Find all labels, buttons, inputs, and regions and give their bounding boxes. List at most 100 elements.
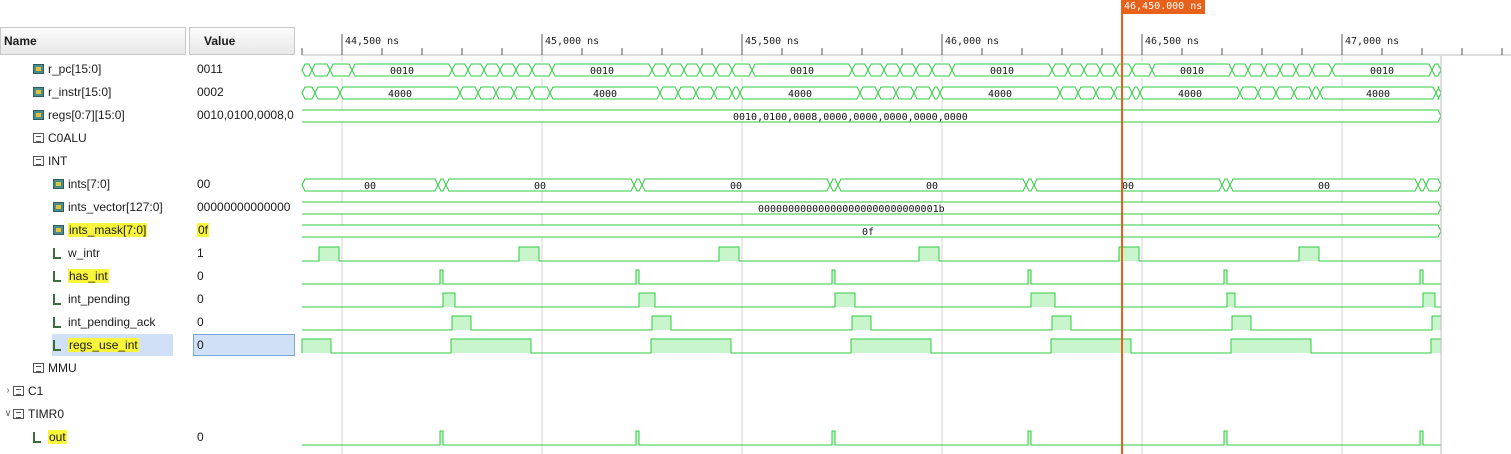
bus-value-segment [1247, 63, 1265, 77]
bus-value-segment [1067, 63, 1085, 77]
bus-value-segment [1059, 86, 1079, 100]
bit-waveform [302, 315, 1442, 331]
bit-high-fill [652, 316, 671, 330]
waveform-view[interactable]: 44,500 ns 45,000 ns 45,500 ns 46,000 ns 46,5… [0, 0, 1511, 454]
bus-value-segment [1051, 63, 1069, 77]
bus-value-segment [531, 86, 551, 100]
time-marker-label[interactable]: 46,450.000 ns [1121, 0, 1206, 14]
bus-value-segment [1311, 86, 1321, 100]
bus-value-label: 4000 [988, 89, 1012, 100]
ruler-tick-label: 44,500 ns [345, 36, 399, 47]
bus-value-segment [1131, 86, 1141, 100]
bus-value-segment [829, 178, 839, 192]
bit-high-fill [719, 247, 739, 261]
bus-value-segment [495, 86, 515, 100]
bus-value-segment [899, 63, 917, 77]
bit-high-fill [1227, 293, 1235, 307]
bus-value-segment [877, 86, 897, 100]
bit-high-fill [651, 339, 731, 353]
bus-value-segment [1131, 63, 1153, 77]
bit-high-fill [1299, 247, 1319, 261]
bus-value-segment [1425, 178, 1442, 192]
bit-waveform [302, 269, 1441, 285]
bit-waveform [302, 246, 1441, 262]
bus-value-segment [731, 63, 753, 77]
bit-high-fill [451, 339, 531, 353]
bus-value-segment [1025, 178, 1035, 192]
bus-value-label: 0f [862, 227, 874, 238]
bus-value-segment [867, 63, 885, 77]
bus-value-segment [311, 63, 331, 77]
bus-value-segment [913, 86, 933, 100]
bit-high-fill [452, 316, 471, 330]
bus-value-label: 4000 [388, 89, 412, 100]
bus-value-label: 0010 [590, 66, 614, 77]
bus-value-segment [931, 63, 953, 77]
bus-value-segment [1295, 63, 1313, 77]
bus-value-segment [437, 178, 447, 192]
bus-value-label: 000000000000000000000000000001b [758, 204, 945, 215]
bit-high-fill [519, 247, 539, 261]
bus-value-segment [895, 86, 915, 100]
bus-value-segment [515, 63, 533, 77]
bus-value-label: 00 [926, 181, 938, 192]
ruler-tick-label: 47,000 ns [1345, 36, 1399, 47]
bus-value-segment [1077, 86, 1097, 100]
bus-value-segment [1239, 86, 1259, 100]
bus-value-label: 00 [1122, 181, 1134, 192]
bus-value-segment [931, 86, 941, 100]
bus-value-label: 4000 [593, 89, 617, 100]
bus-value-segment [677, 86, 697, 100]
bit-waveform [302, 292, 1441, 308]
bus-value-label: 00 [364, 181, 376, 192]
bus-value-segment [1293, 86, 1313, 100]
bus-value-segment [1099, 63, 1117, 77]
bus-value-segment [329, 63, 353, 77]
bus-value-segment [467, 63, 485, 77]
bit-high-fill [1051, 339, 1131, 353]
bus-value-label: 0010 [1370, 66, 1394, 77]
bus-value-segment [1417, 178, 1427, 192]
bit-high-fill [1423, 293, 1435, 307]
bit-high-fill [639, 293, 655, 307]
bus-value-label: 00 [534, 181, 546, 192]
bus-value-label: 0010 [1180, 66, 1204, 77]
bit-high-fill [302, 339, 331, 353]
bus-value-segment [477, 86, 497, 100]
bus-value-segment [1083, 63, 1101, 77]
bus-value-segment [695, 86, 715, 100]
bus-value-segment [713, 86, 733, 100]
bus-value-segment [659, 86, 679, 100]
bus-value-segment [633, 178, 643, 192]
bus-value-label: 00 [1318, 181, 1330, 192]
bus-value-segment [513, 86, 533, 100]
bus-value-segment [651, 63, 669, 77]
ruler-tick-label: 46,500 ns [1145, 36, 1199, 47]
bus-value-label: 0010 [990, 66, 1014, 77]
bit-high-fill [1031, 293, 1055, 307]
bus-value-segment [915, 63, 933, 77]
bus-value-segment [1257, 86, 1277, 100]
bus-value-segment [683, 63, 701, 77]
bus-value-label: 0010,0100,0008,0000,0000,0000,0000,0000 [733, 112, 968, 123]
bus-value-segment [731, 86, 741, 100]
bus-value-label: 0010 [790, 66, 814, 77]
bit-high-fill [852, 316, 871, 330]
bus-value-segment [883, 63, 901, 77]
bus-value-segment [499, 63, 517, 77]
bit-high-fill [1231, 339, 1311, 353]
bus-value-label: 00 [730, 181, 742, 192]
bus-value-segment [1275, 86, 1295, 100]
bus-value-segment [314, 86, 341, 100]
bus-value-segment [1221, 178, 1231, 192]
bit-waveform [302, 430, 1441, 446]
bit-high-fill [443, 293, 455, 307]
bus-value-segment [699, 63, 717, 77]
bus-value-label: 4000 [1178, 89, 1202, 100]
ruler-tick-label: 45,000 ns [545, 36, 599, 47]
bit-high-fill [1431, 339, 1441, 353]
bus-value-segment [859, 86, 879, 100]
bus-value-segment [851, 63, 869, 77]
bus-value-segment [1279, 63, 1297, 77]
bit-high-fill [1052, 316, 1071, 330]
